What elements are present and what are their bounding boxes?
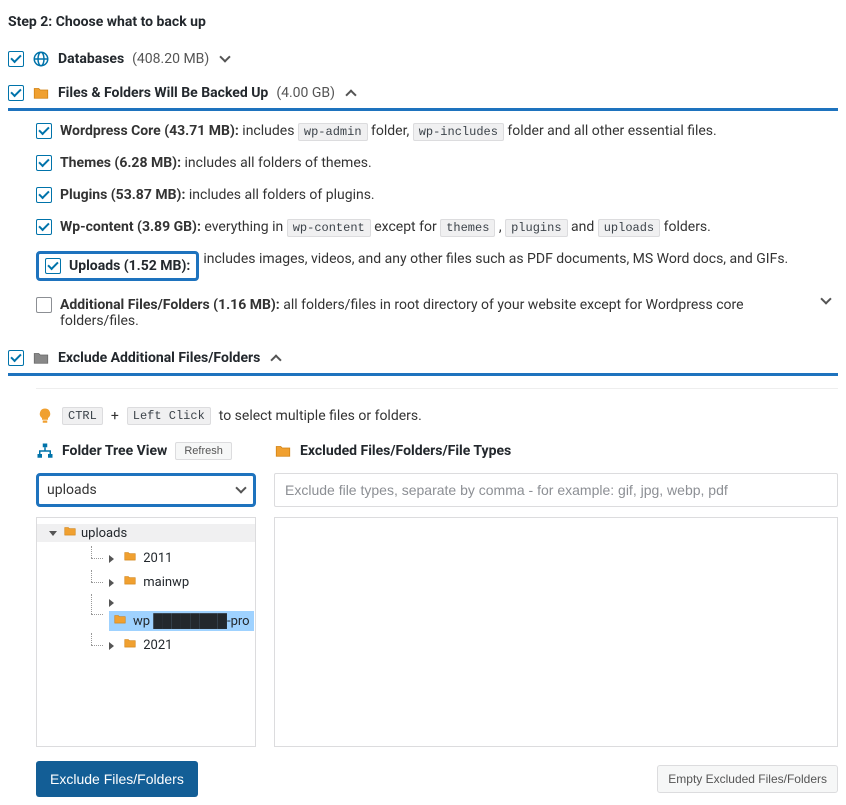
exclude-files-button[interactable]: Exclude Files/Folders: [36, 761, 198, 797]
databases-section: Databases (408.20 MB): [8, 44, 838, 74]
step-title: Step 2: Choose what to back up: [8, 14, 838, 30]
exclude-section: Exclude Additional Files/Folders: [8, 343, 838, 376]
uploads-title: Uploads (1.52 MB):: [69, 258, 190, 274]
wp-content-checkbox[interactable]: [36, 219, 52, 235]
wp-content-row: Wp-content (3.89 GB): everything in wp-c…: [36, 211, 838, 243]
bulb-icon: [36, 407, 54, 425]
folder-tree[interactable]: uploads 2011 mainwp wp ████████-pro 2021: [36, 517, 256, 747]
chevron-down-icon: [235, 482, 246, 493]
tree-item[interactable]: mainwp: [91, 570, 255, 594]
folder-icon: [32, 84, 50, 102]
plugins-checkbox[interactable]: [36, 187, 52, 203]
tree-root[interactable]: uploads: [81, 526, 127, 541]
databases-size: (408.20 MB): [132, 51, 209, 67]
exclude-types-input[interactable]: [274, 473, 838, 507]
tree-item-label: wp ████████-pro: [133, 613, 250, 629]
wordpress-core-checkbox[interactable]: [36, 123, 52, 139]
folder-select[interactable]: uploads: [36, 473, 256, 507]
refresh-button[interactable]: Refresh: [175, 442, 232, 460]
tree-toggle[interactable]: [109, 555, 114, 563]
tree-toggle[interactable]: [109, 579, 114, 587]
files-size: (4.00 GB): [276, 85, 335, 101]
additional-row: Additional Files/Folders (1.16 MB): all …: [36, 289, 838, 337]
uploads-checkbox[interactable]: [45, 258, 61, 274]
chevron-up-icon[interactable]: [345, 89, 356, 100]
wordpress-core-title: Wordpress Core (43.71 MB):: [60, 123, 239, 139]
folder-grey-icon: [32, 349, 50, 367]
tree-item-label: mainwp: [143, 575, 189, 590]
themes-row: Themes (6.28 MB): includes all folders o…: [36, 147, 838, 179]
tree-toggle[interactable]: [49, 531, 57, 536]
folder-select-value: uploads: [47, 482, 97, 498]
tree-item-label: 2021: [143, 638, 172, 653]
excluded-header: Excluded Files/Folders/File Types: [300, 443, 511, 459]
tree-item[interactable]: 2021: [91, 633, 255, 657]
folder-icon: [63, 524, 77, 542]
folder-icon: [123, 636, 137, 654]
sitemap-icon: [36, 442, 54, 460]
tree-toggle[interactable]: [109, 599, 114, 607]
tree-toggle[interactable]: [109, 642, 114, 650]
additional-checkbox[interactable]: [36, 297, 52, 313]
chevron-down-icon[interactable]: [820, 293, 831, 304]
databases-checkbox[interactable]: [8, 51, 24, 67]
exclude-checkbox[interactable]: [8, 350, 24, 366]
tree-item-label: 2011: [143, 551, 172, 566]
plugins-row: Plugins (53.87 MB): includes all folders…: [36, 179, 838, 211]
folder-icon: [123, 573, 137, 591]
excluded-list: [274, 517, 838, 747]
files-checkbox[interactable]: [8, 85, 24, 101]
uploads-row: Uploads (1.52 MB): includes images, vide…: [36, 243, 838, 289]
files-section: Files & Folders Will Be Backed Up (4.00 …: [8, 78, 838, 111]
folder-icon: [274, 442, 292, 460]
exclude-label: Exclude Additional Files/Folders: [58, 350, 260, 366]
chevron-up-icon[interactable]: [271, 354, 282, 365]
tree-view-label: Folder Tree View: [62, 443, 167, 459]
chevron-down-icon[interactable]: [220, 51, 231, 62]
hint-row: CTRL + Left Click to select multiple fil…: [36, 401, 838, 439]
databases-label: Databases: [58, 51, 124, 67]
globe-icon: [32, 50, 50, 68]
empty-excluded-button[interactable]: Empty Excluded Files/Folders: [657, 765, 838, 793]
folder-icon: [123, 549, 137, 567]
tree-item[interactable]: 2011: [91, 546, 255, 570]
folder-icon: [113, 612, 127, 630]
tree-item[interactable]: wp ████████-pro: [91, 594, 255, 633]
wordpress-core-row: Wordpress Core (43.71 MB): includes wp-a…: [36, 115, 838, 147]
uploads-highlight: Uploads (1.52 MB):: [36, 251, 199, 281]
themes-checkbox[interactable]: [36, 155, 52, 171]
files-label: Files & Folders Will Be Backed Up: [58, 85, 268, 101]
